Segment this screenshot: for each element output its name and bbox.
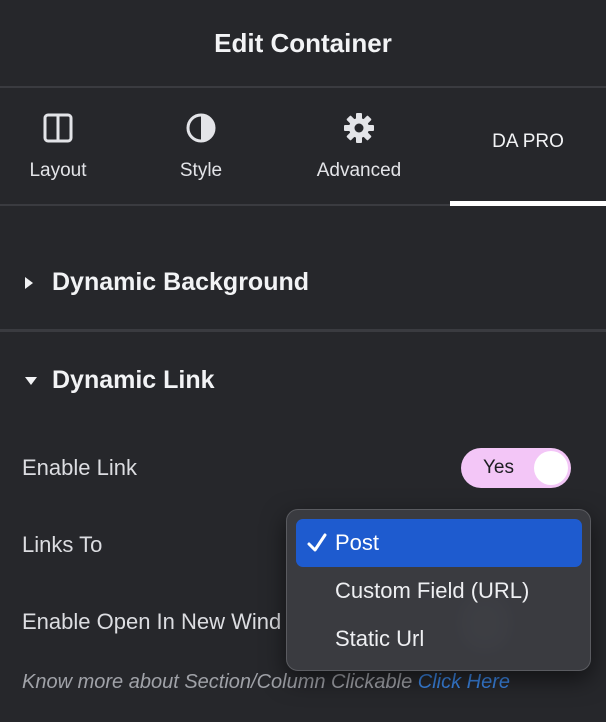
section-dynamic-background-title: Dynamic Background bbox=[52, 268, 310, 296]
tab-layout[interactable]: Layout bbox=[0, 88, 116, 204]
half-circle-contrast-icon bbox=[185, 112, 217, 144]
toggle-knob bbox=[534, 451, 568, 485]
dropdown-option-label: Custom Field (URL) bbox=[335, 578, 530, 603]
help-note: Know more about Section/Column Clickable… bbox=[22, 671, 510, 694]
dropdown-option-static-url[interactable]: Static Url bbox=[296, 615, 582, 663]
links-to-dropdown-menu: Post Custom Field (URL) Static Url bbox=[286, 509, 591, 671]
tab-style-label: Style bbox=[179, 160, 223, 181]
caret-down-icon bbox=[24, 376, 42, 386]
page-title: Edit Container bbox=[214, 27, 392, 58]
tab-da-pro[interactable]: DA PRO bbox=[450, 88, 606, 206]
tab-advanced[interactable]: Advanced bbox=[290, 88, 428, 204]
tab-layout-label: Layout bbox=[29, 160, 87, 181]
dropdown-option-label: Post bbox=[335, 530, 380, 555]
links-to-label: Links To bbox=[22, 532, 103, 557]
open-new-window-label: Enable Open In New Wind bbox=[22, 609, 282, 634]
gear-icon bbox=[343, 112, 375, 144]
dropdown-option-custom-field[interactable]: Custom Field (URL) bbox=[296, 567, 582, 615]
section-dynamic-background-header[interactable]: Dynamic Background bbox=[24, 268, 309, 297]
caret-right-icon bbox=[24, 276, 42, 290]
tab-advanced-label: Advanced bbox=[316, 160, 402, 181]
click-here-link[interactable]: Click Here bbox=[418, 671, 510, 693]
tab-bar: Layout Style Advanced DA PRO bbox=[0, 88, 606, 206]
toggle-yes-label: Yes bbox=[483, 457, 514, 478]
tab-da-pro-label: DA PRO bbox=[492, 131, 564, 152]
dropdown-option-label: Static Url bbox=[335, 626, 425, 651]
dropdown-option-post[interactable]: Post bbox=[296, 519, 582, 567]
section-dynamic-link-header[interactable]: Dynamic Link bbox=[24, 366, 215, 395]
help-note-text: Know more about Section/Column Clickable bbox=[22, 671, 413, 693]
layout-columns-icon bbox=[42, 112, 74, 144]
panel-header: Edit Container bbox=[0, 0, 606, 88]
enable-link-label: Enable Link bbox=[22, 455, 137, 480]
tab-style[interactable]: Style bbox=[144, 88, 258, 204]
checkmark-icon bbox=[306, 532, 328, 554]
enable-link-toggle[interactable]: Yes bbox=[461, 448, 571, 488]
section-dynamic-link-title: Dynamic Link bbox=[52, 366, 215, 394]
